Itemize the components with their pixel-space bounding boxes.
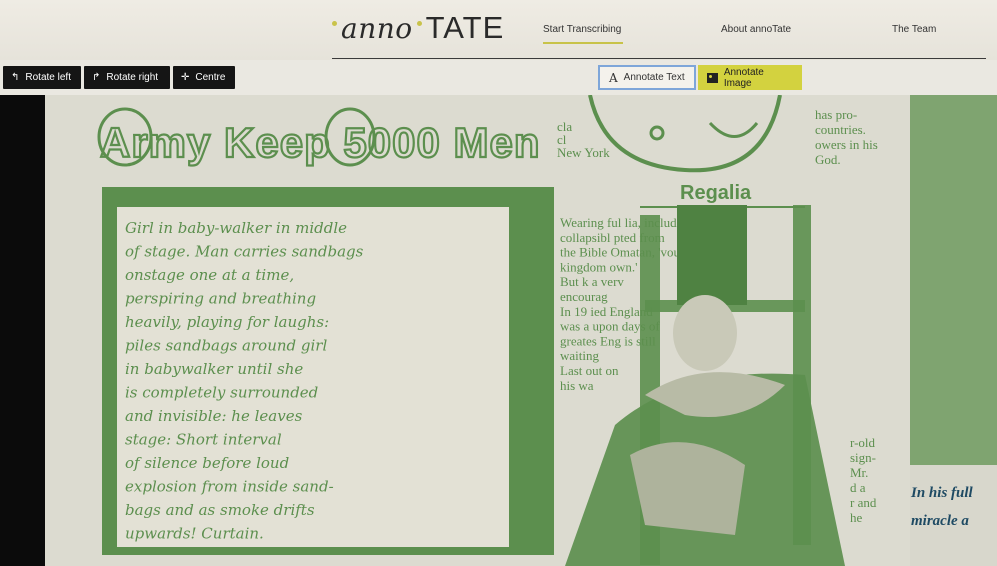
- handwriting-line: perspiring and breathing: [125, 290, 316, 308]
- centre-label: Centre: [195, 72, 226, 83]
- annotate-logo[interactable]: anno TATE: [332, 10, 504, 50]
- document-viewer[interactable]: Army Keep 5000 Men Girl in baby-walker i…: [0, 95, 997, 566]
- handwriting-line: bags and as smoke drifts: [125, 501, 315, 519]
- handwriting-line: onstage one at a time,: [125, 266, 294, 284]
- svg-text:Army Keep 5000 Men: Army Keep 5000 Men: [100, 119, 541, 166]
- caption-line: miracle a: [911, 513, 969, 529]
- nav-the-team[interactable]: The Team: [892, 24, 936, 35]
- centre-icon: ✛: [181, 72, 190, 83]
- rotate-left-label: Rotate left: [25, 72, 71, 83]
- rotate-right-label: Rotate right: [106, 72, 159, 83]
- active-nav-underline: [543, 42, 623, 44]
- annotate-image-button[interactable]: Annotate Image: [698, 65, 802, 90]
- newsprint-line: encourag: [560, 289, 608, 304]
- header-divider: [332, 58, 986, 59]
- viewer-margin: [0, 95, 45, 566]
- logo-tate: TATE: [425, 10, 505, 45]
- newsprint-line: r-old: [850, 435, 876, 450]
- rotate-left-icon: ↰: [11, 72, 20, 83]
- newsprint-line: the Bible Omatan, 'vour: [560, 245, 685, 260]
- handwriting-line: of stage. Man carries sandbags: [125, 243, 364, 261]
- viewer-toolbar: ↰ Rotate left ↱ Rotate right ✛ Centre A …: [0, 60, 997, 95]
- nav-start-transcribing[interactable]: Start Transcribing: [543, 24, 621, 35]
- newsprint-line: countries.: [815, 122, 866, 137]
- newsprint-line: he: [850, 510, 863, 525]
- scan-artwork: Army Keep 5000 Men Girl in baby-walker i…: [45, 95, 997, 566]
- image-icon: [707, 72, 718, 83]
- nav-about-annotate[interactable]: About annoTate: [721, 24, 791, 35]
- logo-anno: anno: [341, 12, 413, 45]
- annotate-text-label: Annotate Text: [623, 72, 685, 83]
- text-icon: A: [609, 70, 618, 85]
- rotate-left-button[interactable]: ↰ Rotate left: [3, 66, 81, 89]
- newsprint-line: Mr.: [850, 465, 868, 480]
- scanned-page[interactable]: Army Keep 5000 Men Girl in baby-walker i…: [45, 95, 997, 566]
- handwriting-line: and invisible: he leaves: [125, 407, 303, 425]
- newsprint-line: waiting: [560, 348, 599, 363]
- newsprint-line: But k a verv: [560, 274, 624, 289]
- handwriting-line: heavily, playing for laughs:: [125, 313, 329, 331]
- handwriting-line: upwards! Curtain.: [125, 525, 264, 543]
- newsprint-line: New York: [557, 145, 610, 160]
- handwriting-line: piles sandbags around girl: [125, 337, 327, 355]
- handwriting-line: Girl in baby-walker in middle: [125, 219, 347, 237]
- handwriting-line: stage: Short interval: [125, 431, 282, 449]
- newsprint-line: his wa: [560, 378, 594, 393]
- site-header: anno TATE Start Transcribing About annoT…: [0, 0, 997, 60]
- annotate-image-label: Annotate Image: [723, 66, 764, 89]
- regalia-headline: Regalia: [680, 182, 752, 204]
- newsprint-line: kingdom own.': [560, 259, 637, 274]
- newsprint-line: In 19 ied England: [560, 304, 653, 319]
- logo-dot-right: [416, 21, 422, 26]
- handwriting-line: is completely surrounded: [125, 384, 318, 402]
- newsprint-line: owers in his: [815, 137, 878, 152]
- newsprint-line: sign-: [850, 450, 876, 465]
- rotate-right-icon: ↱: [92, 72, 101, 83]
- logo-dot-left: [332, 21, 337, 26]
- caption-line: In his full: [910, 485, 974, 501]
- handwriting-line: of silence before loud: [125, 454, 289, 472]
- newsprint-line: Last out on: [560, 363, 619, 378]
- annotate-text-button[interactable]: A Annotate Text: [598, 65, 696, 90]
- newsprint-line: God.: [815, 152, 841, 167]
- newsprint-line: d a: [850, 480, 866, 495]
- handwriting-line: explosion from inside sand-: [125, 478, 334, 496]
- centre-button[interactable]: ✛ Centre: [173, 66, 235, 89]
- handwriting-line: in babywalker until she: [125, 360, 303, 378]
- newsprint-line: r and: [850, 495, 877, 510]
- green-smudge: [910, 95, 997, 465]
- rotate-right-button[interactable]: ↱ Rotate right: [84, 66, 170, 89]
- newsprint-line: has pro-: [815, 107, 857, 122]
